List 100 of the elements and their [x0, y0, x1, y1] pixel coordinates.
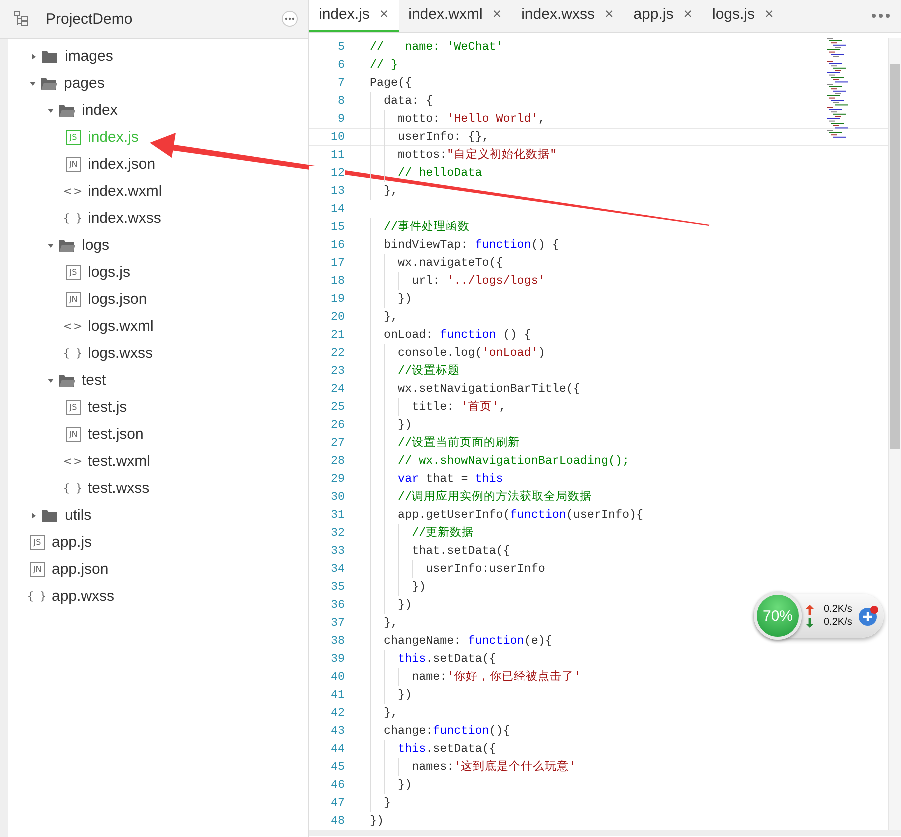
code-line: title: '首页',	[370, 398, 506, 416]
file-tree-item[interactable]: pages	[8, 70, 308, 97]
plus-icon	[858, 605, 880, 627]
tree-view-icon	[14, 11, 30, 27]
file-tree-item[interactable]: images	[8, 43, 308, 70]
code-line: })	[370, 416, 412, 434]
code-line: // wx.showNavigationBarLoading();	[370, 452, 630, 470]
add-button[interactable]	[858, 605, 880, 627]
folder-icon	[42, 50, 59, 64]
file-tree-item[interactable]: JS test.js	[8, 394, 308, 421]
code-line: },	[370, 704, 398, 722]
file-type-icon: <>	[66, 184, 81, 199]
close-tab-button[interactable]: ×	[684, 6, 692, 24]
file-type-icon: { }	[30, 589, 45, 604]
code-line: })	[370, 812, 384, 830]
file-type-icon: JS	[66, 400, 81, 415]
code-line: bindViewTap: function() {	[370, 236, 560, 254]
horizontal-scrollbar[interactable]	[309, 830, 901, 836]
code-line: this.setData({	[370, 650, 496, 668]
code-line: names:'这到底是个什么玩意'	[370, 758, 576, 776]
file-tree-item[interactable]: <> logs.wxml	[8, 313, 308, 340]
code-line: motto: 'Hello World',	[370, 110, 546, 128]
file-tree-item[interactable]: JN app.json	[8, 556, 308, 583]
file-tree-item[interactable]: test	[8, 367, 308, 394]
close-tab-button[interactable]: ×	[492, 6, 502, 24]
code-line: })	[370, 578, 426, 596]
code-line: Page({	[370, 74, 412, 92]
file-type-icon: JS	[30, 535, 45, 550]
file-tree-item[interactable]: JN test.json	[8, 421, 308, 448]
code-line: wx.setNavigationBarTitle({	[370, 380, 580, 398]
code-line: })	[370, 686, 412, 704]
folder-icon	[59, 374, 76, 388]
file-type-icon: JN	[66, 427, 81, 442]
more-button[interactable]	[282, 11, 298, 27]
download-arrow-icon	[806, 618, 814, 628]
editor-tab[interactable]: index.wxml ×	[398, 0, 512, 32]
folder-icon	[59, 104, 76, 118]
file-tree-item[interactable]: JS logs.js	[8, 259, 308, 286]
code-line: this.setData({	[370, 740, 496, 758]
code-line: // name: 'WeChat'	[370, 38, 504, 56]
file-type-icon: JN	[30, 562, 45, 577]
code-line: //事件处理函数	[370, 218, 470, 236]
folder-icon	[59, 238, 76, 252]
code-line: //更新数据	[370, 524, 474, 542]
code-line: // }	[370, 56, 398, 74]
file-type-icon: JN	[66, 292, 81, 307]
code-line: }	[370, 794, 392, 812]
code-line: })	[370, 776, 412, 794]
code-line: },	[370, 182, 398, 200]
file-type-icon: { }	[66, 211, 81, 226]
editor-tab[interactable]: index.wxss ×	[512, 0, 624, 32]
upload-arrow-icon	[806, 604, 814, 614]
file-tree-item[interactable]: { } test.wxss	[8, 475, 308, 502]
code-line: change:function(){	[370, 722, 510, 740]
file-tree-item[interactable]: JN index.json	[8, 151, 308, 178]
file-type-icon: JN	[66, 157, 81, 172]
close-tab-button[interactable]: ×	[765, 6, 774, 24]
more-icon	[282, 11, 298, 27]
file-tree-item[interactable]: index	[8, 97, 308, 124]
file-tree-item[interactable]: <> index.wxml	[8, 178, 308, 205]
code-line: app.getUserInfo(function(userInfo){	[370, 506, 644, 524]
file-tree-item[interactable]: <> test.wxml	[8, 448, 308, 475]
editor-tab[interactable]: index.js ×	[309, 0, 399, 32]
file-tree-item[interactable]: { } app.wxss	[8, 583, 308, 610]
code-line: mottos:"自定义初始化数据"	[370, 146, 558, 164]
code-line: name:'你好，你已经被点击了'	[370, 668, 582, 686]
code-line: })	[370, 290, 412, 308]
code-line: changeName: function(e){	[370, 632, 552, 650]
code-line: that.setData({	[370, 542, 510, 560]
code-line: userInfo: {},	[370, 128, 490, 146]
file-type-icon: JS	[66, 130, 81, 145]
file-tree-item[interactable]: { } logs.wxss	[8, 340, 308, 367]
upload-speed: 0.2K/s	[824, 604, 852, 615]
folder-icon	[41, 76, 58, 90]
file-type-icon: { }	[66, 346, 81, 361]
more-icon	[871, 12, 891, 19]
code-line: onLoad: function () {	[370, 326, 532, 344]
memory-usage-ball: 70%	[754, 592, 802, 640]
file-type-icon: <>	[66, 454, 81, 469]
editor-tab[interactable]: logs.js ×	[702, 0, 784, 32]
project-title: ProjectDemo	[46, 10, 134, 28]
code-line: data: {	[370, 92, 434, 110]
code-line: //设置标题	[370, 362, 460, 380]
file-tree-item[interactable]: utils	[8, 502, 308, 529]
file-tree-item[interactable]: { } index.wxss	[8, 205, 308, 232]
close-tab-button[interactable]: ×	[604, 6, 614, 24]
download-speed: 0.2K/s	[824, 617, 852, 628]
vertical-scrollbar[interactable]	[888, 38, 901, 830]
code-line: })	[370, 596, 412, 614]
file-type-icon: <>	[66, 319, 81, 334]
close-tab-button[interactable]: ×	[380, 6, 389, 24]
file-tree-item[interactable]: JN logs.json	[8, 286, 308, 313]
file-tree-item[interactable]: logs	[8, 232, 308, 259]
file-tree-item[interactable]: JS app.js	[8, 529, 308, 556]
code-line: wx.navigateTo({	[370, 254, 504, 272]
folder-icon	[42, 508, 59, 522]
editor-tab[interactable]: app.js ×	[624, 0, 702, 32]
file-type-icon: JS	[66, 265, 81, 280]
code-line: userInfo:userInfo	[370, 560, 546, 578]
code-line: },	[370, 614, 398, 632]
